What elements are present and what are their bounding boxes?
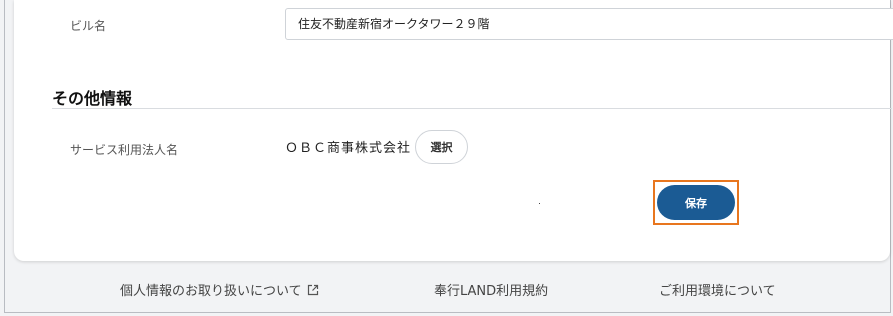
select-button[interactable]: 選択 [415, 130, 468, 164]
save-button[interactable]: 保存 [657, 185, 735, 220]
external-link-icon [307, 284, 319, 296]
building-name-label: ビル名 [70, 19, 107, 33]
terms-link[interactable]: 奉行LAND利用規約 [434, 280, 548, 299]
service-corp-value: ＯＢＣ商事株式会社 [285, 141, 412, 156]
section-divider [52, 108, 892, 109]
environment-link[interactable]: ご利用環境について [659, 280, 776, 299]
stray-dot [539, 203, 540, 204]
building-name-input[interactable]: 住友不動産新宿オークタワー２９階 [285, 8, 893, 40]
section-title-other-info: その他情報 [52, 89, 133, 108]
service-corp-label: サービス利用法人名 [70, 143, 179, 157]
privacy-link[interactable]: 個人情報のお取り扱いについて [120, 280, 319, 299]
privacy-link-label: 個人情報のお取り扱いについて [120, 284, 302, 299]
